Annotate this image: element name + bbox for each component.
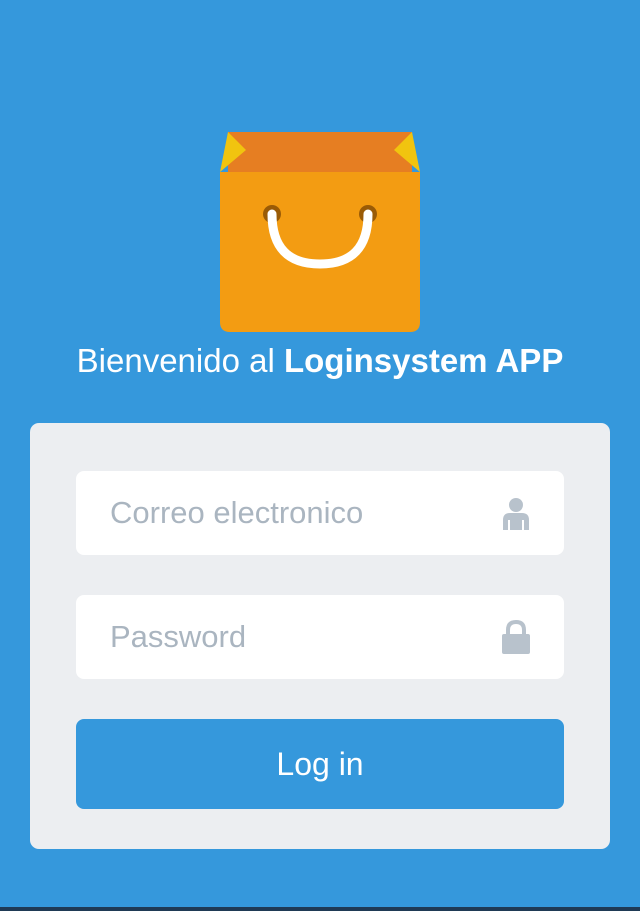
bottom-border bbox=[0, 907, 640, 911]
email-input[interactable] bbox=[76, 471, 496, 555]
welcome-heading: Bienvenido al Loginsystem APP bbox=[0, 339, 640, 383]
welcome-prefix: Bienvenido al bbox=[76, 342, 284, 379]
user-icon bbox=[503, 498, 529, 530]
password-field-container bbox=[76, 595, 564, 679]
shopping-bag-logo-icon bbox=[220, 132, 420, 332]
login-button[interactable]: Log in bbox=[76, 719, 564, 809]
email-field-container bbox=[76, 471, 564, 555]
app-name: Loginsystem APP bbox=[283, 342, 564, 379]
password-input[interactable] bbox=[76, 595, 496, 679]
login-card: Log in bbox=[30, 423, 610, 849]
lock-icon bbox=[502, 620, 530, 654]
